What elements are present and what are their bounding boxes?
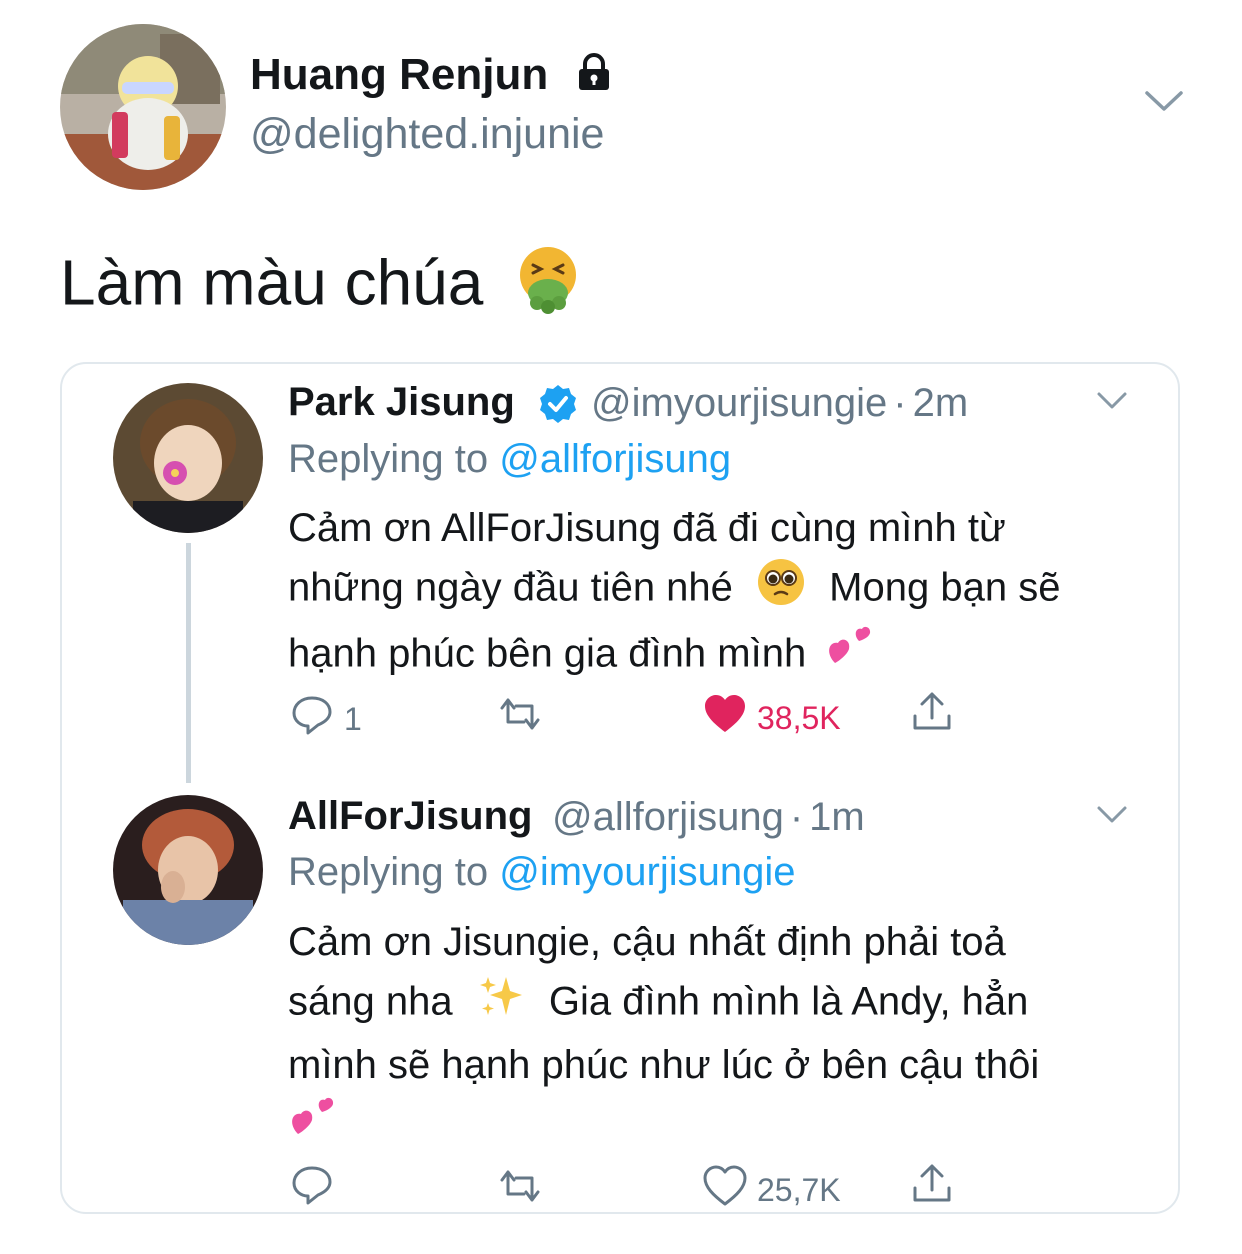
two-hearts-icon <box>825 623 875 689</box>
allforjisung-name[interactable]: AllForJisung <box>288 794 532 839</box>
tweet-text-content: Làm màu chúa <box>60 246 484 319</box>
share-icon <box>910 690 954 742</box>
like-count: 25,7K <box>757 1171 841 1208</box>
replying-to-mention[interactable]: @imyourjisungie <box>499 850 795 894</box>
allforjisung-time[interactable]: 1m <box>809 795 865 839</box>
sparkles-icon <box>476 971 526 1037</box>
author-name-text: Huang Renjun <box>250 50 549 99</box>
body-line <box>288 1094 1168 1160</box>
replying-to-prefix: Replying to <box>288 437 489 481</box>
verified-badge-icon <box>537 383 579 430</box>
retweet-button[interactable] <box>496 1168 544 1212</box>
park-jisung-tweet-body: Cảm ơn AllForJisung đã đi cùng mình từ n… <box>288 500 1128 689</box>
park-jisung-time[interactable]: 2m <box>913 381 969 425</box>
like-button[interactable]: 25,7K <box>703 1165 841 1215</box>
chevron-down-icon[interactable] <box>1096 390 1128 417</box>
body-line: Cảm ơn AllForJisung đã đi cùng mình từ <box>288 506 1006 550</box>
allforjisung-handle[interactable]: @allforjisung <box>552 795 784 839</box>
body-line: hạnh phúc bên gia đình mình <box>288 623 1128 689</box>
reply-icon <box>290 693 334 745</box>
retweet-icon <box>496 1168 544 1212</box>
body-line: Cảm ơn Jisungie, cậu nhất định phải toả <box>288 920 1006 964</box>
author-name[interactable]: Huang Renjun <box>250 50 614 103</box>
reply-icon <box>290 1163 334 1215</box>
body-line: mình sẽ hạnh phúc như lúc ở bên cậu thôi <box>288 1043 1040 1087</box>
park-jisung-handle[interactable]: @imyourjisungie <box>591 381 887 425</box>
allforjisung-tweet-body: Cảm ơn Jisungie, cậu nhất định phải toả … <box>288 914 1168 1160</box>
like-count: 38,5K <box>757 699 841 736</box>
time-separator: · <box>789 795 804 839</box>
heart-outline-icon <box>703 1165 747 1215</box>
tweet-text: Làm màu chúa <box>60 245 581 330</box>
allforjisung-avatar[interactable] <box>113 795 263 945</box>
body-text: sáng nha <box>288 979 453 1024</box>
pleading-face-icon <box>756 557 806 623</box>
park-jisung-meta: @imyourjisungie · 2m <box>591 381 968 426</box>
heart-filled-icon <box>703 693 747 743</box>
replying-to-line: Replying to @imyourjisungie <box>288 850 796 895</box>
thread-connector-line <box>186 543 191 783</box>
allforjisung-meta: @allforjisung · 1m <box>552 795 865 840</box>
body-line: sáng nha Gia đình mình là Andy, hẳn <box>288 971 1168 1037</box>
park-jisung-name[interactable]: Park Jisung <box>288 380 515 425</box>
body-text: Gia đình mình là Andy, hẳn <box>548 979 1029 1024</box>
two-hearts-icon <box>288 1094 338 1160</box>
allforjisung-name-text: AllForJisung <box>288 794 533 838</box>
lock-icon <box>574 52 614 103</box>
chevron-down-icon[interactable] <box>1096 804 1128 831</box>
like-button[interactable]: 38,5K <box>703 693 841 743</box>
body-text: Mong bạn sẽ <box>829 565 1061 610</box>
reply-button[interactable]: 1 <box>290 693 362 745</box>
share-icon <box>910 1162 954 1214</box>
replying-to-line: Replying to @allforjisung <box>288 437 731 482</box>
author-handle[interactable]: @delighted.injunie <box>250 110 604 159</box>
reply-count: 1 <box>344 700 362 737</box>
share-button[interactable] <box>910 1162 954 1214</box>
body-line: những ngày đầu tiên nhé Mong bạn sẽ <box>288 557 1128 623</box>
park-jisung-name-text: Park Jisung <box>288 380 515 424</box>
body-text: những ngày đầu tiên nhé <box>288 565 733 610</box>
body-text: hạnh phúc bên gia đình mình <box>288 631 807 676</box>
nauseated-face-icon <box>515 245 581 330</box>
reply-button[interactable] <box>290 1163 344 1215</box>
retweet-icon <box>496 696 544 740</box>
retweet-button[interactable] <box>496 696 544 740</box>
chevron-down-icon[interactable] <box>1144 88 1184 121</box>
park-jisung-avatar[interactable] <box>113 383 263 533</box>
replying-to-prefix: Replying to <box>288 850 489 894</box>
author-avatar[interactable] <box>60 24 226 190</box>
share-button[interactable] <box>910 690 954 742</box>
time-separator: · <box>893 381 907 425</box>
replying-to-mention[interactable]: @allforjisung <box>499 437 731 481</box>
